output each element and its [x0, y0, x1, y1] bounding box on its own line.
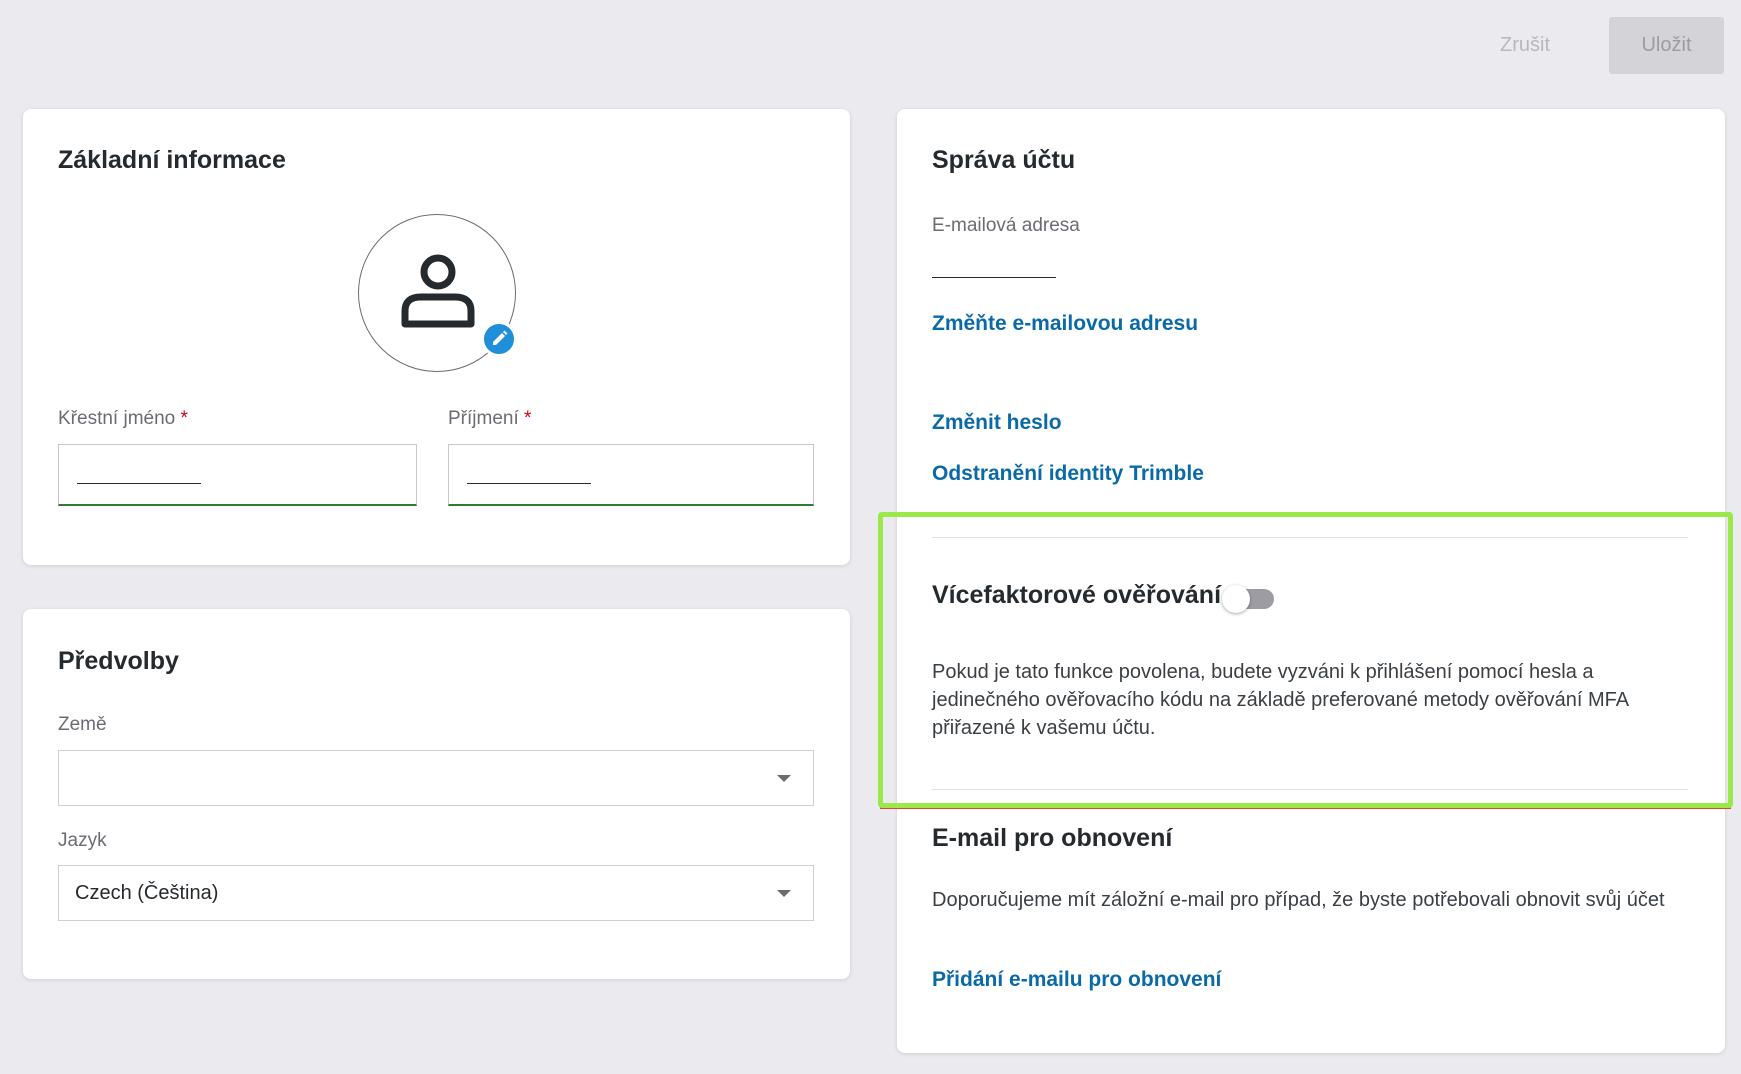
required-mark: * — [180, 408, 188, 429]
recovery-email-title: E-mail pro obnovení — [932, 824, 1173, 852]
pencil-icon — [493, 330, 508, 345]
recovery-description: Doporučujeme mít záložní e-mail pro příp… — [932, 889, 1665, 911]
profile-settings-page: Zrušit Uložit Základní informace Křestní… — [0, 0, 1741, 1074]
change-password-link[interactable]: Změnit heslo — [932, 411, 1062, 435]
add-recovery-email-link[interactable]: Přidání e-mailu pro obnovení — [932, 968, 1221, 992]
basic-info-card: Základní informace Křestní jméno * Příjm… — [23, 109, 850, 565]
avatar[interactable] — [358, 214, 517, 372]
last-name-field[interactable] — [448, 444, 814, 506]
remove-identity-link[interactable]: Odstranění identity Trimble — [932, 462, 1204, 486]
country-select[interactable] — [58, 750, 814, 806]
language-value: Czech (Čeština) — [75, 882, 219, 904]
text-underline — [467, 483, 591, 484]
person-icon — [401, 254, 475, 328]
account-management-card: Správa účtu E-mailová adresa Změňte e-ma… — [897, 109, 1725, 1053]
last-name-label: Příjmení * — [448, 408, 532, 429]
cancel-button[interactable]: Zrušit — [1460, 18, 1590, 72]
text-underline — [77, 483, 201, 484]
preferences-title: Předvolby — [58, 647, 179, 675]
mfa-title: Vícefaktorové ověřování — [932, 581, 1222, 609]
basic-info-title: Základní informace — [58, 146, 286, 174]
account-title: Správa účtu — [932, 146, 1076, 174]
chevron-down-icon — [777, 890, 791, 897]
first-name-label: Křestní jméno * — [58, 408, 188, 429]
language-select[interactable]: Czech (Čeština) — [58, 865, 814, 921]
mfa-toggle[interactable] — [1222, 585, 1274, 613]
divider — [932, 537, 1688, 538]
save-button[interactable]: Uložit — [1609, 17, 1724, 74]
chevron-down-icon — [777, 775, 791, 782]
divider — [932, 789, 1688, 790]
email-underline — [932, 277, 1056, 278]
highlight-underline — [880, 806, 1731, 809]
country-label: Země — [58, 714, 107, 735]
email-label: E-mailová adresa — [932, 215, 1080, 236]
language-label: Jazyk — [58, 830, 107, 851]
first-name-field[interactable] — [58, 444, 417, 506]
preferences-card: Předvolby Země Jazyk Czech (Čeština) — [23, 609, 850, 979]
required-mark: * — [524, 408, 532, 429]
change-email-link[interactable]: Změňte e-mailovou adresu — [932, 312, 1198, 336]
mfa-description: Pokud je tato funkce povolena, budete vy… — [932, 661, 1628, 739]
edit-avatar-button[interactable] — [481, 321, 517, 357]
toggle-knob — [1222, 585, 1250, 613]
